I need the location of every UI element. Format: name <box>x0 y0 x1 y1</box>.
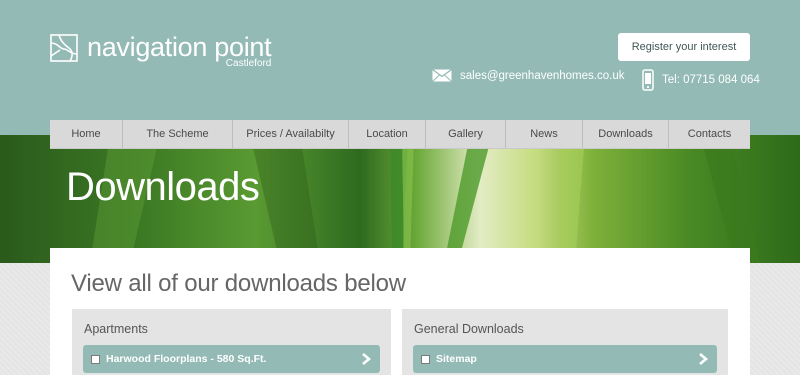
download-checkbox[interactable] <box>421 354 430 364</box>
register-interest-button[interactable]: Register your interest <box>618 33 750 61</box>
nav-item-downloads[interactable]: Downloads <box>583 120 669 148</box>
panel-title: Apartments <box>84 322 148 336</box>
main-nav: Home The Scheme Prices / Availabilty Loc… <box>50 120 750 149</box>
header: navigation point Castleford Register you… <box>0 0 800 135</box>
section-heading: View all of our downloads below <box>71 270 406 297</box>
logo-text: navigation point Castleford <box>87 32 272 69</box>
downloads-panel-apartments: Apartments Harwood Floorplans - 580 Sq.F… <box>72 309 391 375</box>
download-label: Sitemap <box>436 353 477 365</box>
contact-phone[interactable]: Tel: 07715 084 064 <box>642 69 760 91</box>
logo-name: navigation point <box>87 32 272 62</box>
nav-item-gallery[interactable]: Gallery <box>426 120 506 148</box>
download-label: Harwood Floorplans - 580 Sq.Ft. <box>106 353 267 365</box>
nav-item-location[interactable]: Location <box>349 120 426 148</box>
contact-email[interactable]: sales@greenhavenhomes.co.uk <box>432 69 624 82</box>
logo[interactable]: navigation point Castleford <box>50 32 272 69</box>
panel-title: General Downloads <box>414 322 524 336</box>
chevron-right-icon[interactable] <box>689 353 717 365</box>
nav-item-home[interactable]: Home <box>50 120 123 148</box>
chevron-right-icon[interactable] <box>352 353 380 365</box>
nav-item-prices[interactable]: Prices / Availabilty <box>233 120 349 148</box>
page-title: Downloads <box>66 165 260 209</box>
nav-item-contacts[interactable]: Contacts <box>669 120 750 148</box>
email-link[interactable]: sales@greenhavenhomes.co.uk <box>460 70 624 82</box>
envelope-icon <box>432 69 452 82</box>
downloads-panel-general: General Downloads Sitemap <box>402 309 728 375</box>
logo-mark-icon <box>50 34 78 62</box>
main-content: View all of our downloads below Apartmen… <box>50 248 750 375</box>
nav-item-the-scheme[interactable]: The Scheme <box>123 120 233 148</box>
download-checkbox[interactable] <box>91 354 100 364</box>
nav-item-news[interactable]: News <box>506 120 583 148</box>
download-item[interactable]: Sitemap <box>413 345 717 373</box>
phone-number[interactable]: Tel: 07715 084 064 <box>662 74 760 86</box>
mobile-phone-icon <box>642 69 654 91</box>
download-item[interactable]: Harwood Floorplans - 580 Sq.Ft. <box>83 345 380 373</box>
